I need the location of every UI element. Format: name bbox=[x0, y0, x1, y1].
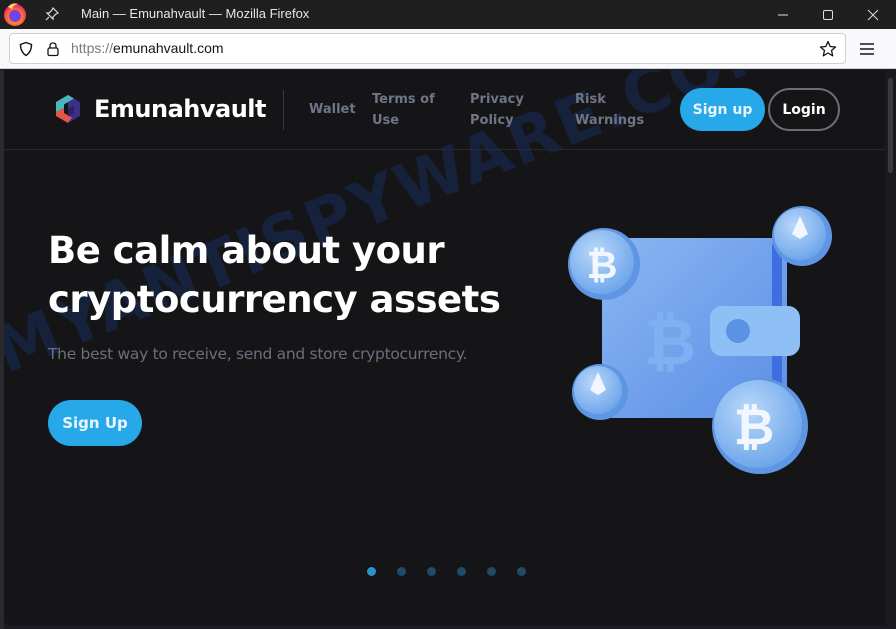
url-bar[interactable]: https://emunahvault.com bbox=[9, 33, 846, 64]
shield-icon[interactable] bbox=[18, 41, 34, 57]
signup-button[interactable]: Sign up bbox=[680, 88, 765, 131]
svg-text:₿: ₿ bbox=[644, 306, 696, 380]
svg-text:₿: ₿ bbox=[734, 398, 775, 456]
lock-icon[interactable] bbox=[45, 41, 61, 57]
ethereum-coin-icon bbox=[772, 206, 832, 266]
brand-link[interactable]: Emunahvault bbox=[52, 93, 266, 125]
url-text[interactable]: https://emunahvault.com bbox=[71, 40, 224, 56]
login-button[interactable]: Login bbox=[768, 88, 840, 131]
bitcoin-coin-icon: ₿ bbox=[568, 228, 640, 300]
carousel-dot[interactable] bbox=[487, 567, 496, 576]
window-titlebar: Main — Emunahvault — Mozilla Firefox bbox=[0, 0, 896, 29]
pin-icon[interactable] bbox=[44, 6, 60, 22]
bookmark-star-icon[interactable] bbox=[819, 40, 837, 58]
nav-link-wallet[interactable]: Wallet bbox=[309, 99, 356, 120]
nav-link-privacy-policy[interactable]: Privacy Policy bbox=[470, 89, 540, 131]
firefox-logo-icon bbox=[4, 3, 26, 26]
site-header: Emunahvault Wallet Terms of Use Privacy … bbox=[4, 70, 885, 150]
carousel-dot[interactable] bbox=[397, 567, 406, 576]
carousel-pagination bbox=[367, 567, 526, 576]
page-scrollbar[interactable] bbox=[885, 70, 896, 625]
browser-toolbar: https://emunahvault.com bbox=[0, 29, 896, 69]
window-title: Main — Emunahvault — Mozilla Firefox bbox=[81, 6, 310, 21]
carousel-dot[interactable] bbox=[367, 567, 376, 576]
scrollbar-thumb[interactable] bbox=[888, 78, 893, 173]
svg-text:₿: ₿ bbox=[587, 243, 618, 287]
close-button[interactable] bbox=[850, 0, 896, 29]
hero-subtitle: The best way to receive, send and store … bbox=[48, 345, 468, 363]
carousel-dot[interactable] bbox=[457, 567, 466, 576]
brand-name: Emunahvault bbox=[94, 95, 266, 123]
hamburger-menu-icon[interactable] bbox=[858, 40, 876, 58]
minimize-icon bbox=[778, 14, 788, 15]
nav-link-risk-warnings[interactable]: Risk Warnings bbox=[575, 89, 655, 131]
minimize-button[interactable] bbox=[760, 0, 806, 29]
url-protocol: https:// bbox=[71, 40, 114, 56]
nav-link-terms-of-use[interactable]: Terms of Use bbox=[372, 89, 452, 131]
carousel-dot[interactable] bbox=[427, 567, 436, 576]
hero-signup-button[interactable]: Sign Up bbox=[48, 400, 142, 446]
url-host: emunahvault.com bbox=[113, 40, 224, 56]
close-icon bbox=[867, 9, 879, 20]
ethereum-coin-icon bbox=[572, 364, 628, 420]
maximize-button[interactable] bbox=[805, 0, 851, 29]
crypto-wallet-illustration: ₿ ₿ ₿ bbox=[568, 206, 832, 474]
hero-title: Be calm about your cryptocurrency assets bbox=[48, 229, 501, 321]
header-divider bbox=[283, 90, 284, 130]
page-viewport: MYANTISPYWARE.COM Emunahvault Wallet Ter… bbox=[4, 70, 885, 625]
bitcoin-coin-icon: ₿ bbox=[712, 378, 808, 474]
carousel-dot[interactable] bbox=[517, 567, 526, 576]
brand-logo-icon bbox=[56, 95, 80, 123]
maximize-icon bbox=[823, 9, 833, 20]
